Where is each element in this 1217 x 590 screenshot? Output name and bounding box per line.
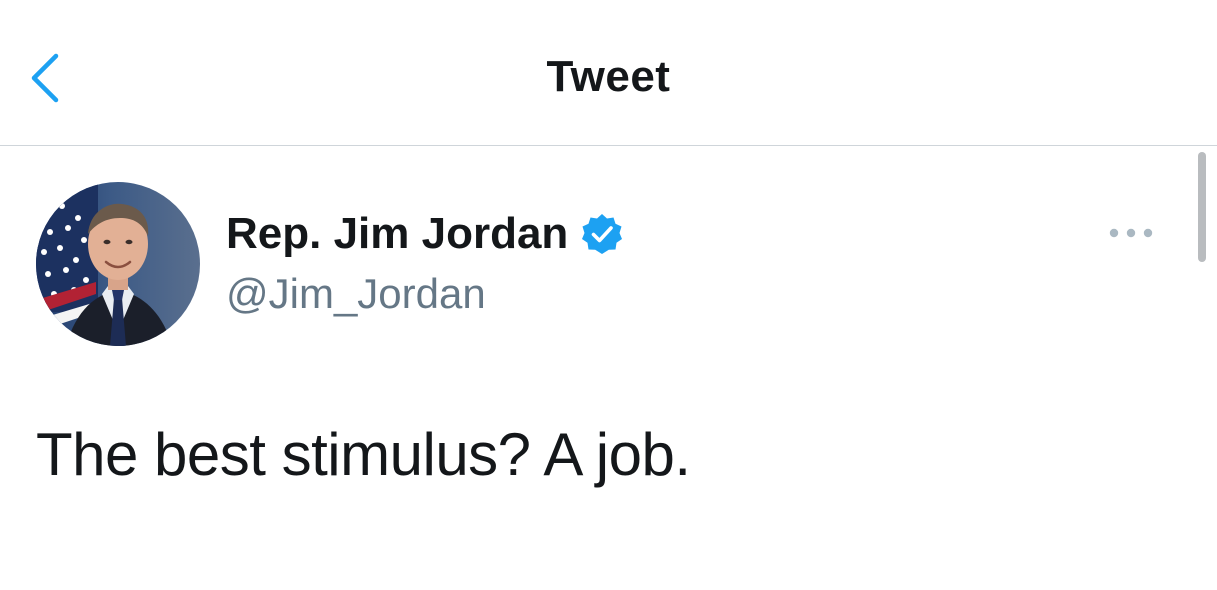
verified-badge-icon [580, 212, 624, 256]
author-handle[interactable]: @Jim_Jordan [226, 270, 486, 318]
tweet-detail: Rep. Jim Jordan @Jim_Jordan The best sti… [0, 146, 1217, 590]
top-nav-bar: Tweet [0, 0, 1217, 146]
tweet-text: The best stimulus? A job. [36, 421, 691, 488]
author-name[interactable]: Rep. Jim Jordan [226, 209, 568, 259]
more-options-button[interactable] [1106, 218, 1156, 248]
avatar[interactable] [36, 182, 200, 346]
page-title: Tweet [546, 52, 671, 101]
author-name-row: Rep. Jim Jordan [226, 208, 624, 260]
more-horizontal-icon [1106, 218, 1156, 248]
